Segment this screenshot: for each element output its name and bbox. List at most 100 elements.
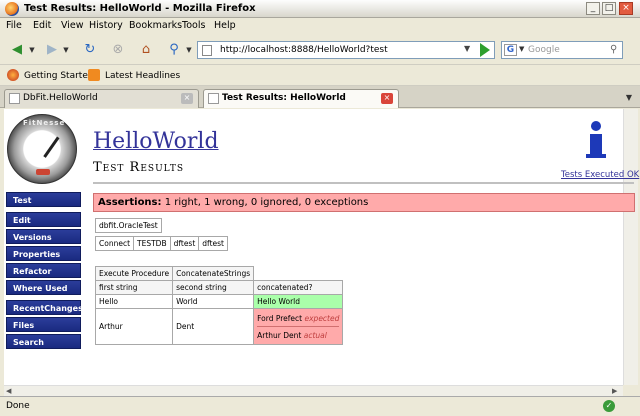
sidebar-item-recent-changes[interactable]: RecentChanges: [6, 300, 83, 315]
tab-close-icon[interactable]: ×: [181, 93, 193, 104]
url-text[interactable]: http://localhost:8888/HelloWorld?test: [220, 45, 388, 55]
fail-cell: Ford Prefect expected Arthur Dent actual: [253, 308, 344, 345]
menu-file[interactable]: File: [6, 20, 22, 31]
sidebar-item-edit[interactable]: Edit: [6, 212, 81, 227]
scroll-left-icon[interactable]: ◀: [6, 387, 11, 395]
tab-list-dropdown-icon[interactable]: ▼: [622, 89, 636, 106]
back-history-dropdown[interactable]: ▼: [27, 40, 37, 60]
pass-cell: Hello World: [253, 294, 344, 309]
scroll-right-icon[interactable]: ▶: [612, 387, 617, 395]
execute-procedure-table: Execute Procedure ConcatenateStrings fir…: [94, 266, 344, 345]
actual-label: actual: [303, 330, 327, 340]
security-ok-icon[interactable]: ✓: [603, 400, 615, 412]
column-header: second string: [172, 280, 255, 295]
column-header: concatenated?: [253, 280, 344, 295]
column-header: first string: [94, 280, 174, 295]
tab-label: DbFit.HelloWorld: [23, 93, 98, 103]
reload-icon[interactable]: ↻: [80, 40, 100, 60]
assertions-label: Assertions:: [98, 197, 162, 208]
maximize-button[interactable]: □: [602, 2, 616, 15]
table-row: first string second string concatenated?: [94, 280, 344, 295]
tab-dbfit-helloworld[interactable]: DbFit.HelloWorld ×: [4, 89, 199, 108]
expected-value: Ford Prefect expected: [257, 313, 340, 327]
url-dropdown-icon[interactable]: ▼: [464, 44, 470, 53]
go-button[interactable]: [480, 43, 490, 57]
google-icon[interactable]: G: [504, 44, 517, 56]
assertions-summary: Assertions: 1 right, 1 wrong, 0 ignored,…: [93, 193, 635, 212]
minimize-button[interactable]: _: [586, 2, 600, 15]
expected-label: expected: [304, 313, 340, 323]
table-cell: ConcatenateStrings: [172, 266, 255, 281]
table-cell: World: [172, 294, 255, 309]
page-icon: [9, 93, 20, 104]
sidebar-item-files[interactable]: Files: [6, 317, 81, 332]
table-cell: Dent: [172, 308, 255, 345]
actual-value: Arthur Dent actual: [257, 327, 339, 341]
search-dropdown[interactable]: ▼: [184, 40, 194, 60]
bookmark-latest-headlines[interactable]: Latest Headlines: [105, 71, 180, 81]
status-bar: Done ✓: [0, 396, 640, 416]
connect-table: Connect TESTDB dftest dftest: [94, 236, 228, 251]
fixture-cell: dbfit.OracleTest: [95, 218, 162, 233]
sidebar-item-search[interactable]: Search: [6, 334, 81, 349]
fixture-table: dbfit.OracleTest: [95, 218, 162, 233]
menu-help[interactable]: Help: [214, 20, 236, 31]
menu-edit[interactable]: Edit: [33, 20, 51, 31]
logo-text: FitNesse: [23, 119, 66, 127]
table-cell: Arthur: [94, 308, 174, 345]
sidebar-item-refactor[interactable]: Refactor: [6, 263, 81, 278]
menu-history[interactable]: History: [89, 20, 123, 31]
close-button[interactable]: ×: [619, 2, 633, 15]
menu-tools[interactable]: Tools: [182, 20, 205, 31]
info-icon[interactable]: [586, 121, 606, 159]
table-cell: Execute Procedure: [94, 266, 174, 281]
page-subtitle: Test Results: [93, 160, 185, 175]
connect-cell: dftest: [169, 236, 200, 251]
table-row: Arthur Dent Ford Prefect expected Arthur…: [94, 308, 344, 345]
table-row: Hello World Hello World: [94, 294, 344, 309]
page-icon: [208, 93, 219, 104]
sidebar-item-properties[interactable]: Properties: [6, 246, 81, 261]
page-icon: [202, 45, 212, 56]
expected-text: Ford Prefect: [257, 313, 303, 323]
firefox-icon: [7, 69, 19, 81]
tests-executed-link[interactable]: Tests Executed OK: [561, 170, 639, 180]
forward-history-dropdown[interactable]: ▼: [61, 40, 71, 60]
page-title[interactable]: HelloWorld: [93, 129, 219, 154]
assertions-text: Assertions: 1 right, 1 wrong, 0 ignored,…: [98, 197, 368, 208]
actual-text: Arthur Dent: [257, 330, 302, 340]
search-engine-dropdown-icon[interactable]: ▼: [519, 45, 524, 53]
tab-label: Test Results: HelloWorld: [222, 93, 346, 103]
table-cell: Hello: [94, 294, 174, 309]
url-bar[interactable]: http://localhost:8888/HelloWorld?test ▼: [197, 41, 495, 59]
firefox-icon: [5, 2, 19, 16]
home-icon[interactable]: ⌂: [136, 40, 156, 60]
info-base: [586, 154, 606, 158]
back-button[interactable]: ◀: [7, 40, 27, 60]
magnifier-icon[interactable]: ⚲: [610, 44, 617, 55]
forward-button[interactable]: ▶: [42, 40, 62, 60]
tab-test-results[interactable]: Test Results: HelloWorld ×: [203, 89, 399, 108]
sidebar-item-versions[interactable]: Versions: [6, 229, 81, 244]
window-title: Test Results: HelloWorld - Mozilla Firef…: [24, 3, 256, 14]
fitnesse-logo[interactable]: FitNesse: [7, 114, 77, 184]
menu-view[interactable]: View: [61, 20, 84, 31]
search-magnifier-icon[interactable]: ⚲: [164, 40, 184, 60]
stop-icon[interactable]: ⊗: [108, 40, 128, 60]
vertical-scrollbar[interactable]: [623, 109, 638, 385]
menu-bookmarks[interactable]: Bookmarks: [129, 20, 182, 31]
connect-cell: Connect: [94, 236, 135, 251]
horizontal-scrollbar[interactable]: ◀ ▶: [4, 385, 623, 396]
bookmark-getting-started[interactable]: Getting Started: [24, 71, 94, 81]
sidebar-item-test[interactable]: Test: [6, 192, 81, 207]
search-bar[interactable]: G ▼ Google ⚲: [501, 41, 623, 59]
tab-close-icon[interactable]: ×: [381, 93, 393, 104]
table-row: Execute Procedure ConcatenateStrings: [94, 266, 344, 281]
info-dot: [591, 121, 601, 131]
rss-icon: [88, 69, 100, 81]
gauge-needle: [43, 136, 60, 158]
connect-cell: TESTDB: [133, 236, 171, 251]
sidebar-item-where-used[interactable]: Where Used: [6, 280, 81, 295]
connect-cell: dftest: [198, 236, 228, 251]
search-input[interactable]: Google: [528, 45, 560, 55]
